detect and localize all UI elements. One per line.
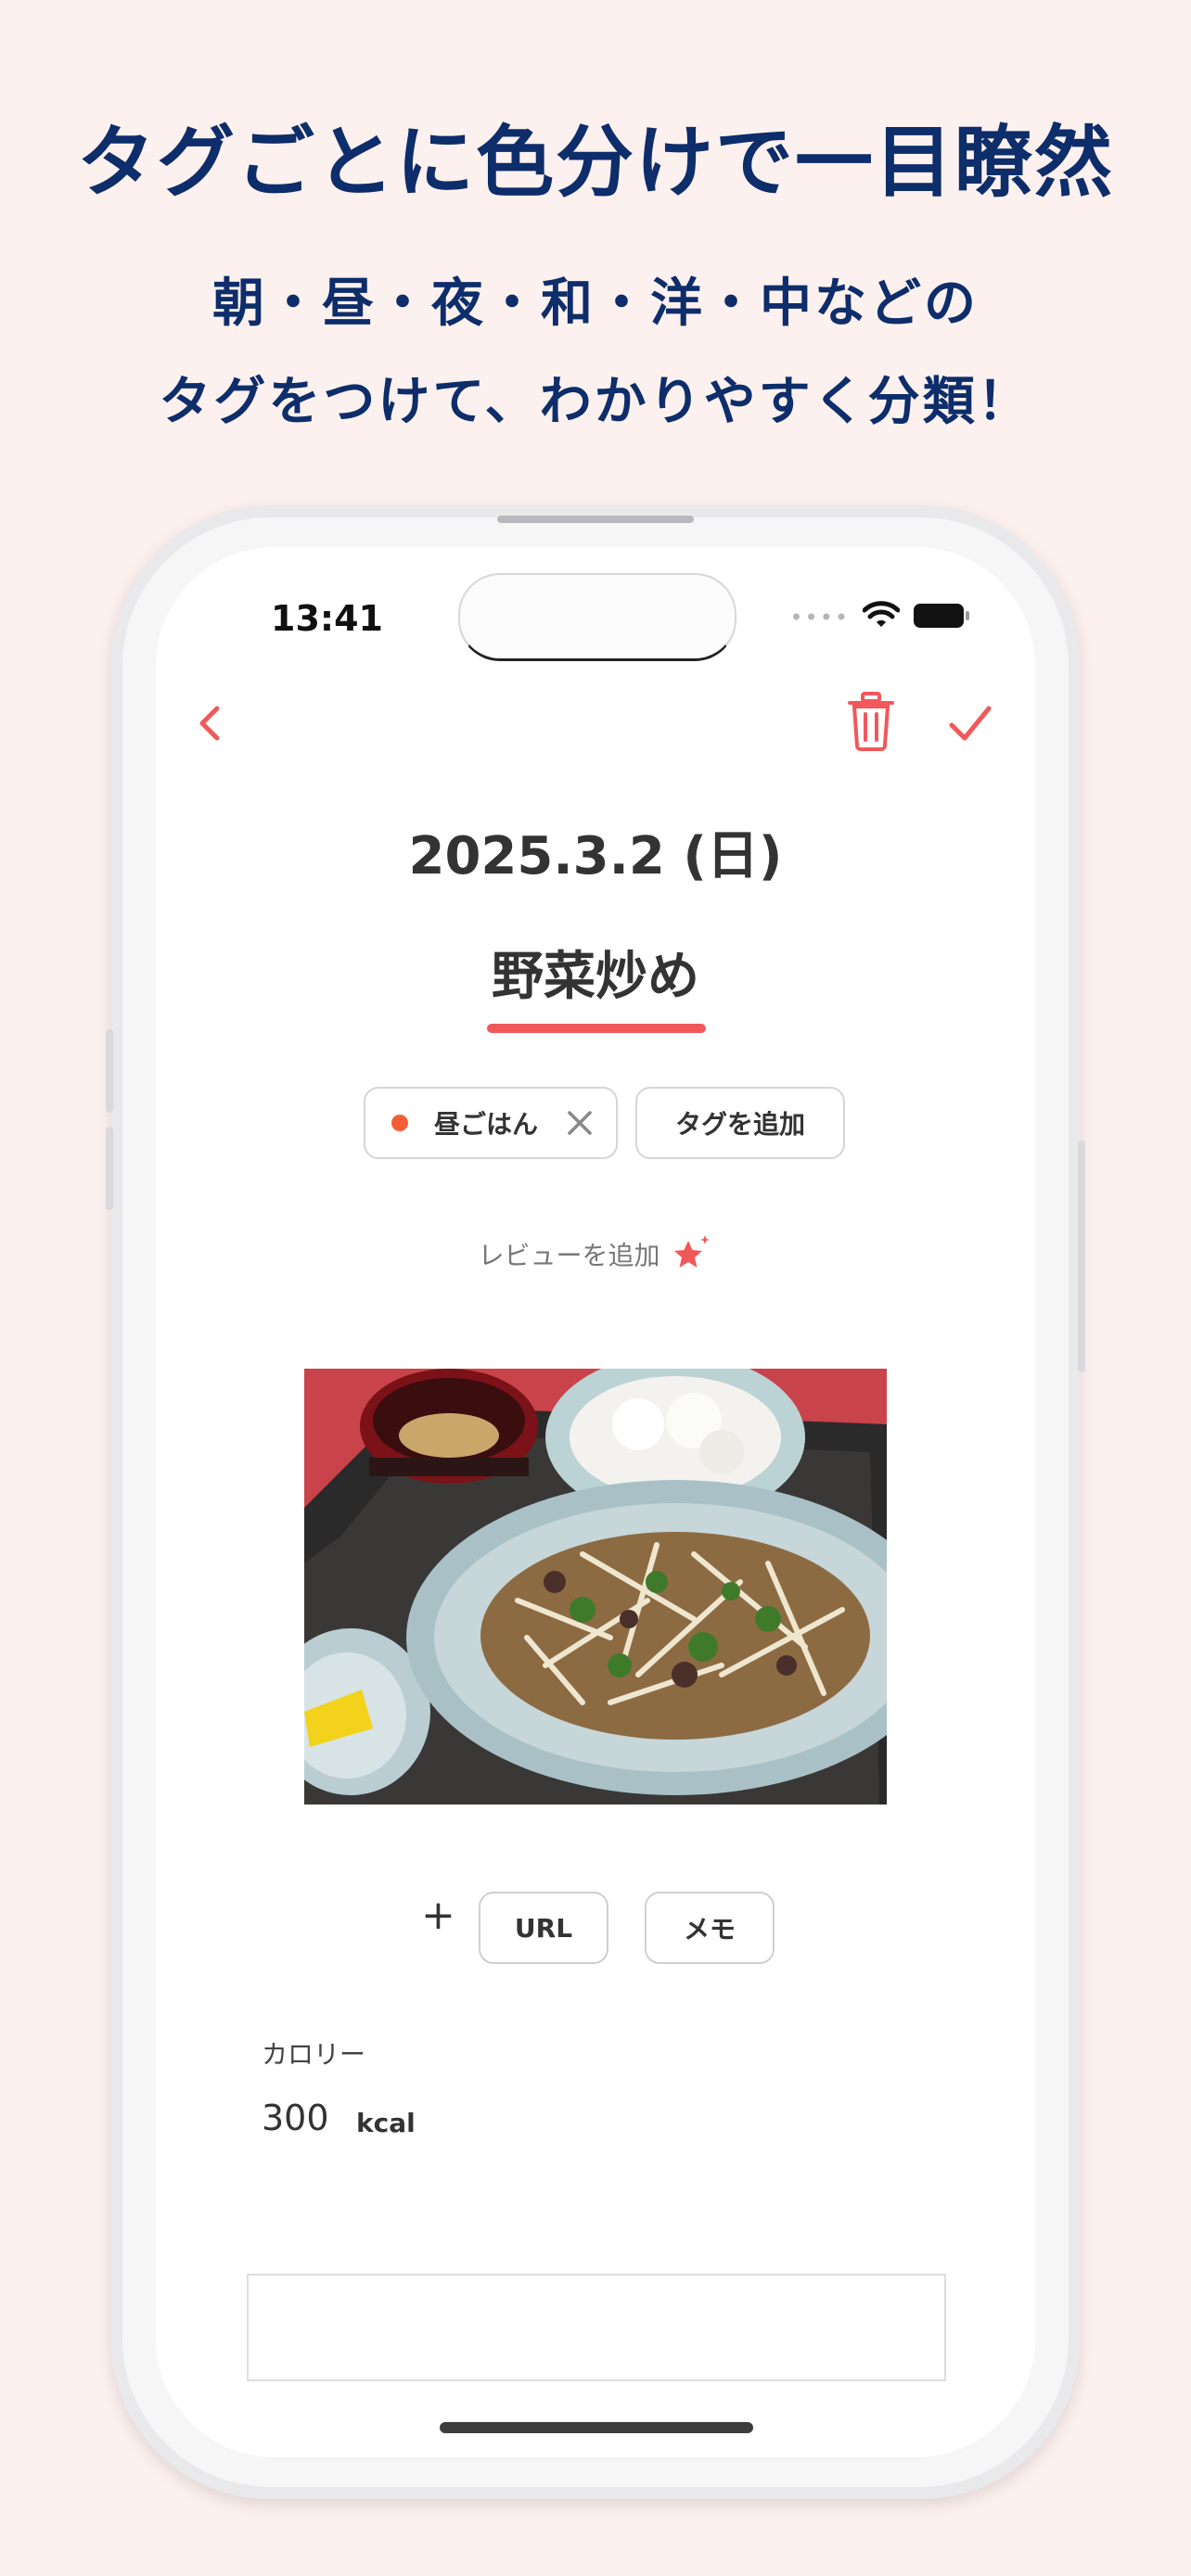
checkmark-icon[interactable] xyxy=(942,695,998,751)
add-attachment-icon[interactable]: + xyxy=(421,1892,455,1939)
star-sparkle-icon xyxy=(672,1233,712,1281)
status-icons: •••• xyxy=(789,601,970,634)
close-icon[interactable] xyxy=(564,1107,596,1145)
dish-name[interactable]: 野菜炒め xyxy=(156,935,1035,1010)
promo-headline: タグごとに色分けで一目瞭然 xyxy=(76,117,1114,208)
speaker-grille xyxy=(497,516,694,523)
tag-chip[interactable]: 昼ごはん xyxy=(364,1087,618,1159)
memo-text-field[interactable] xyxy=(247,2274,946,2381)
signal-dots: •••• xyxy=(789,605,850,631)
calorie-value[interactable]: 300 xyxy=(262,2098,329,2138)
status-time: 13:41 xyxy=(271,598,383,639)
entry-date[interactable]: 2025.3.2 (日) xyxy=(156,814,1035,889)
volume-down-button xyxy=(106,1127,113,1210)
add-review-link[interactable]: レビューを追加 xyxy=(156,1233,1035,1281)
back-chevron-icon[interactable] xyxy=(184,695,239,751)
tag-label: 昼ごはん xyxy=(434,1109,539,1140)
promo-subline-2: タグをつけて、わかりやすく分類！ xyxy=(159,372,1032,432)
calorie-unit: kcal xyxy=(356,2108,416,2138)
promo-subline-1: 朝・昼・夜・和・洋・中などの xyxy=(212,274,979,334)
add-tag-button[interactable]: タグを追加 xyxy=(635,1087,845,1159)
url-button[interactable]: URL xyxy=(479,1892,608,1964)
phone-screen: 13:41 •••• 2025.3.2 (日) 野菜炒め 昼ごはん タグを追加 … xyxy=(156,547,1035,2457)
power-button xyxy=(1078,1141,1085,1372)
food-photo[interactable] xyxy=(304,1369,887,1804)
tag-color-dot xyxy=(391,1115,408,1131)
calorie-label: カロリー xyxy=(262,2039,366,2070)
memo-button[interactable]: メモ xyxy=(645,1892,775,1964)
wifi-icon xyxy=(862,601,901,634)
dish-name-underline xyxy=(487,1024,706,1033)
volume-up-button xyxy=(106,1029,113,1113)
battery-icon xyxy=(913,602,970,633)
dynamic-island xyxy=(458,573,736,661)
review-label: レビューを追加 xyxy=(478,1240,660,1271)
trash-icon[interactable] xyxy=(840,688,902,755)
home-indicator[interactable] xyxy=(440,2422,753,2433)
